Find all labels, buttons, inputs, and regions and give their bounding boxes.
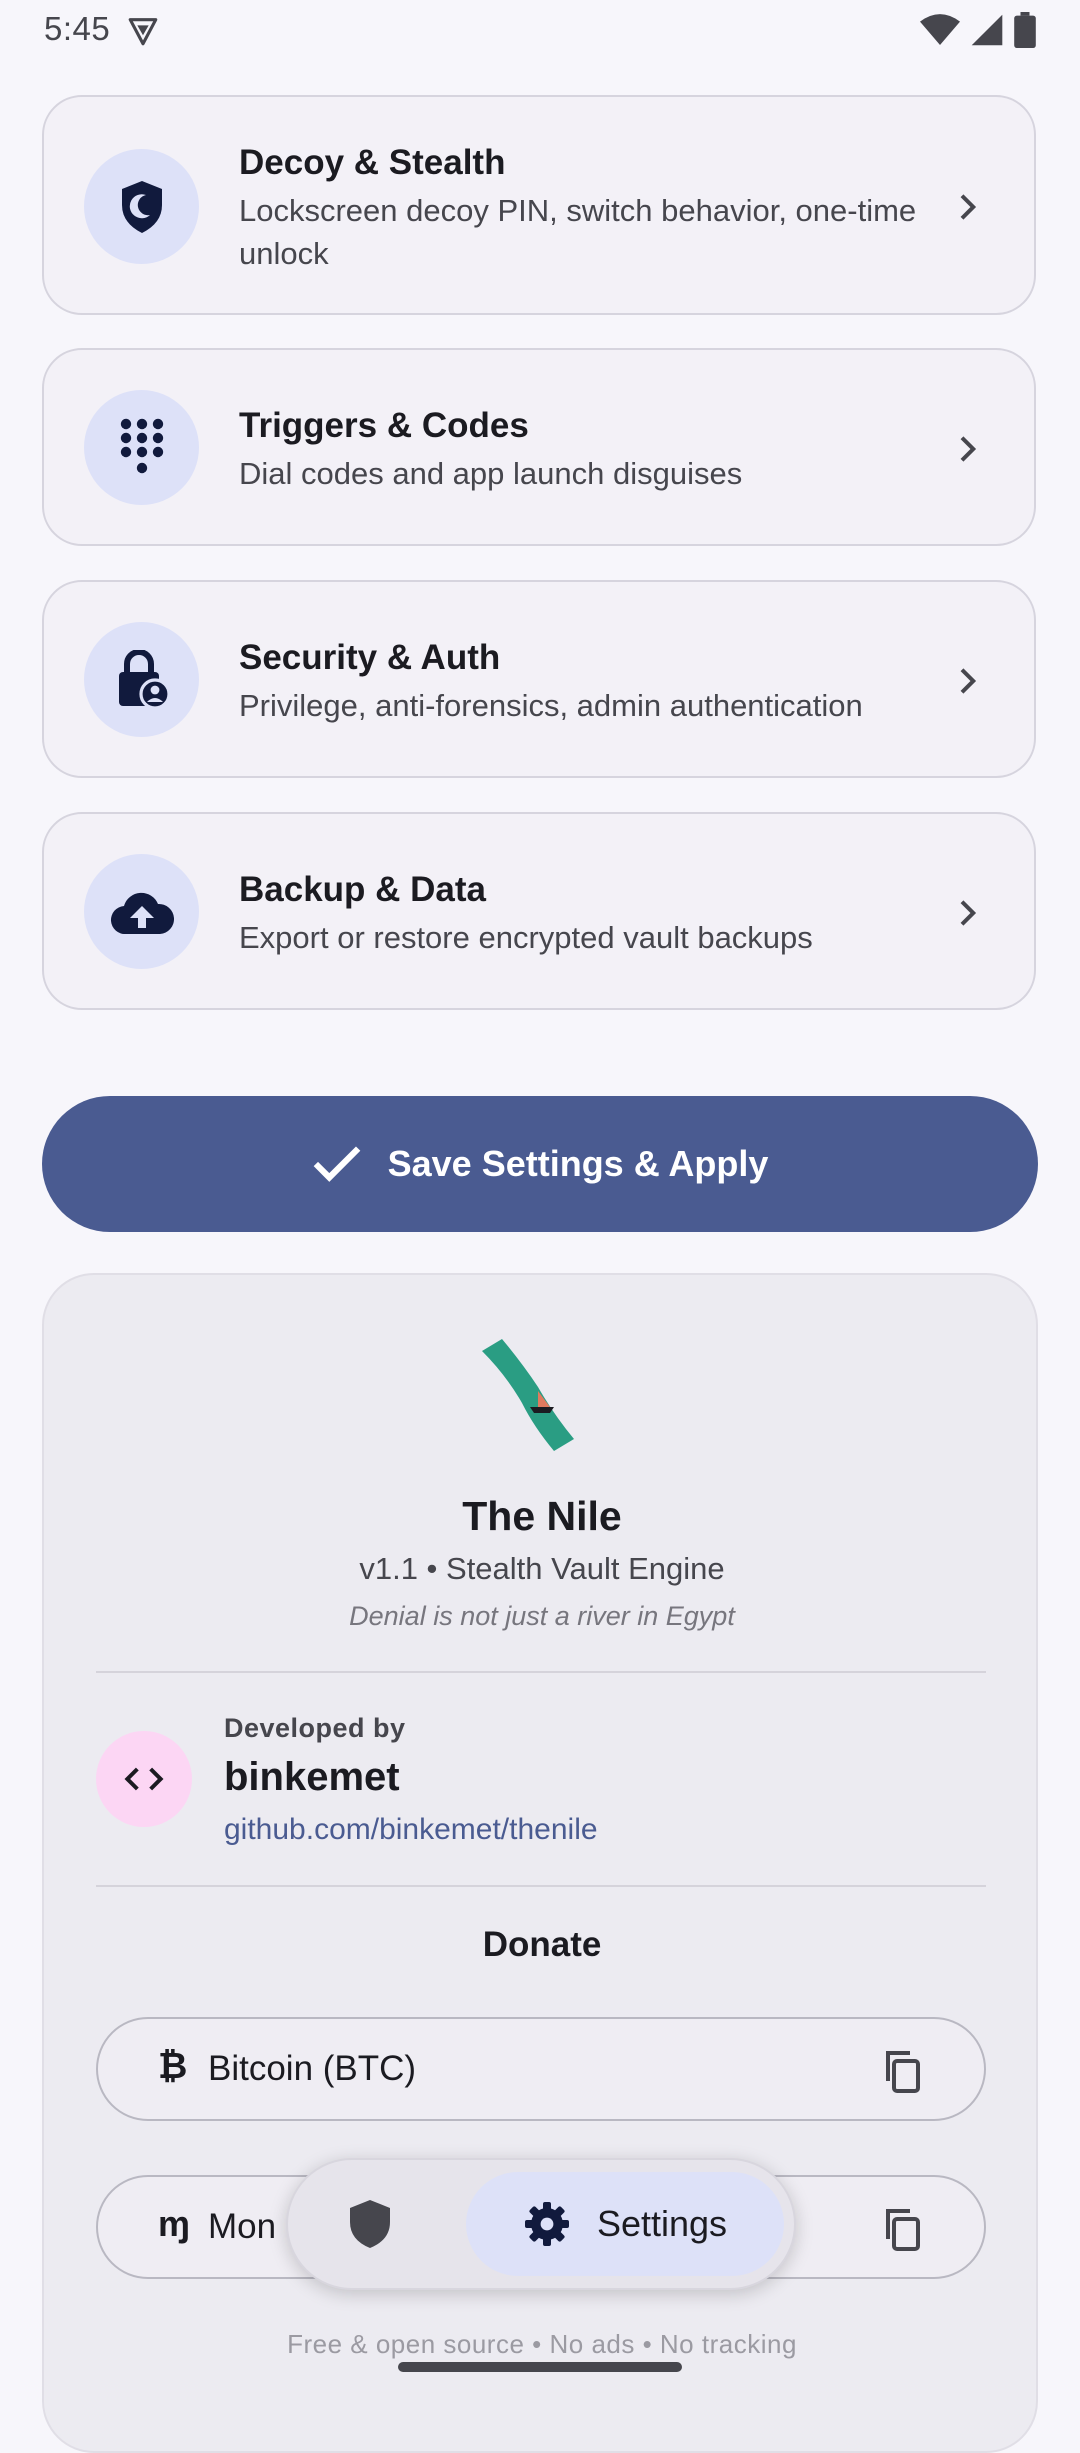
backup-badge <box>84 854 199 969</box>
card-subtitle: Dial codes and app launch disguises <box>239 456 743 491</box>
divider <box>96 1885 986 1887</box>
security-badge <box>84 622 199 737</box>
vpn-shield-icon <box>128 18 158 46</box>
copy-icon[interactable] <box>882 2207 922 2251</box>
settings-card-security-auth[interactable]: Security & Auth Privilege, anti-forensic… <box>42 580 1036 778</box>
donate-title: Donate <box>482 1925 602 1964</box>
card-title: Backup & Data <box>239 870 487 909</box>
wifi-icon <box>920 14 960 45</box>
card-subtitle: Export or restore encrypted vault backup… <box>239 920 813 955</box>
card-title: Decoy & Stealth <box>239 143 506 182</box>
card-subtitle: Lockscreen decoy PIN, switch behavior, o… <box>239 193 917 271</box>
save-settings-button[interactable]: Save Settings & Apply <box>42 1096 1038 1232</box>
developer-repo-link[interactable]: github.com/binkemet/thenile <box>224 1813 598 1847</box>
dialpad-icon <box>120 418 163 473</box>
settings-card-triggers-codes[interactable]: Triggers & Codes Dial codes and app laun… <box>42 348 1036 546</box>
divider <box>96 1671 986 1673</box>
decoy-badge <box>84 149 199 264</box>
gear-icon <box>524 2202 569 2246</box>
developer-name: binkemet <box>224 1755 400 1799</box>
code-icon <box>124 1767 164 1791</box>
cloud-upload-icon <box>110 892 174 934</box>
app-version: v1.1 • Stealth Vault Engine <box>359 1551 725 1586</box>
donate-label: Mon <box>208 2207 277 2246</box>
copy-icon[interactable] <box>882 2049 922 2093</box>
donate-bitcoin-pill[interactable]: ₿ Bitcoin (BTC) <box>96 2017 986 2121</box>
bitcoin-icon: ₿ <box>158 2045 188 2086</box>
monero-icon: ɱ <box>158 2203 191 2244</box>
settings-card-decoy-stealth[interactable]: Decoy & Stealth Lockscreen decoy PIN, sw… <box>42 95 1036 315</box>
developer-caption: Developed by <box>224 1713 406 1743</box>
shield-moon-icon <box>121 180 162 233</box>
chevron-right-icon <box>960 900 977 926</box>
signal-icon <box>971 14 1003 46</box>
chevron-right-icon <box>960 194 977 220</box>
bottom-nav: Settings <box>286 2158 796 2290</box>
save-button-label: Save Settings & Apply <box>387 1143 769 1184</box>
card-subtitle: Privilege, anti-forensics, admin authent… <box>239 688 863 723</box>
nav-settings-label: Settings <box>596 2203 728 2244</box>
status-time: 5:45 <box>44 10 111 47</box>
card-title: Triggers & Codes <box>239 406 529 445</box>
status-bar: 5:45 <box>0 0 1080 62</box>
battery-icon <box>1014 12 1036 48</box>
donate-label: Bitcoin (BTC) <box>208 2049 417 2088</box>
chevron-right-icon <box>960 436 977 462</box>
developer-avatar <box>96 1731 192 1827</box>
app-name: The Nile <box>462 1493 622 1539</box>
nile-river-logo <box>482 1339 574 1451</box>
chevron-right-icon <box>960 668 977 694</box>
lock-person-icon <box>118 649 169 710</box>
card-title: Security & Auth <box>239 638 501 677</box>
check-icon <box>313 1146 360 1182</box>
gesture-handle[interactable] <box>398 2362 682 2372</box>
footer-note: Free & open source • No ads • No trackin… <box>287 2329 797 2359</box>
settings-card-backup-data[interactable]: Backup & Data Export or restore encrypte… <box>42 812 1036 1010</box>
shield-icon[interactable] <box>348 2198 392 2250</box>
app-tagline: Denial is not just a river in Egypt <box>349 1601 735 1631</box>
triggers-badge <box>84 390 199 505</box>
nav-settings-tab[interactable]: Settings <box>466 2172 784 2276</box>
status-icons <box>920 12 1036 48</box>
